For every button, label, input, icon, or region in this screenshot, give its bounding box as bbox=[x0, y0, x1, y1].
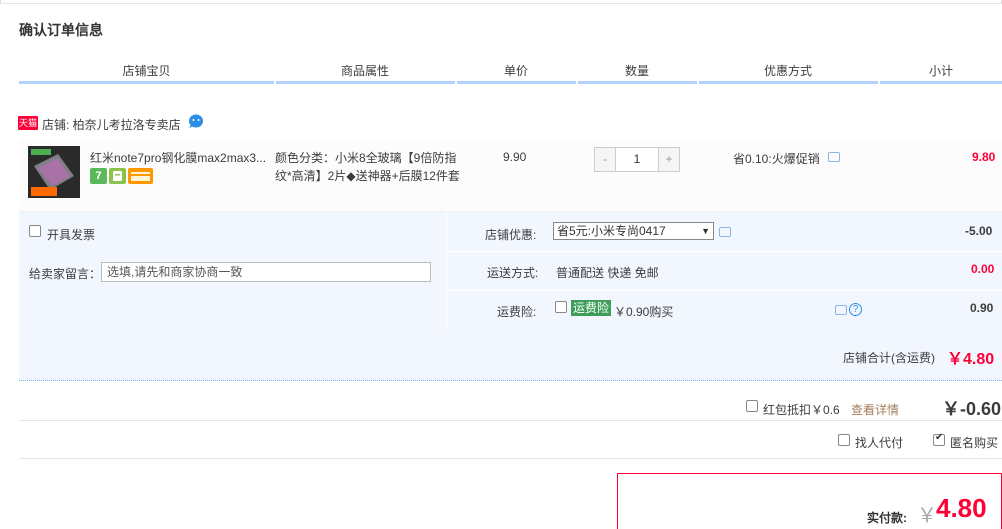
column-header-shop-item: 店铺宝贝 bbox=[122, 64, 171, 78]
pay-amount: 4.80 bbox=[936, 493, 987, 523]
shop-total-value: ￥4.80 bbox=[947, 351, 995, 368]
redpack-details-link[interactable]: 查看详情 bbox=[851, 401, 899, 418]
insurance-label: 运费险: bbox=[497, 305, 537, 319]
proxy-pay-checkbox[interactable] bbox=[838, 434, 850, 446]
insurance-tag: 运费险 bbox=[571, 300, 612, 316]
wangwang-chat-icon[interactable] bbox=[187, 113, 205, 129]
column-header-quantity: 数量 bbox=[624, 64, 649, 78]
column-header-price: 单价 bbox=[503, 64, 528, 78]
divider bbox=[19, 458, 1002, 459]
redpack-label: 红包抵扣￥0.6 bbox=[763, 403, 840, 417]
item-subtotal: 9.80 bbox=[972, 150, 996, 164]
discount-comment-icon[interactable] bbox=[719, 227, 731, 237]
anonymous-label: 匿名购买 bbox=[950, 436, 999, 450]
insurance-comment-icon[interactable] bbox=[835, 305, 847, 315]
column-header-subtotal: 小计 bbox=[928, 64, 953, 78]
insurance-checkbox[interactable] bbox=[555, 301, 567, 313]
unit-price: 9.90 bbox=[503, 150, 527, 164]
promotion-text: 省0.10:火爆促销 bbox=[733, 152, 820, 166]
shop-discount-label: 店铺优惠: bbox=[485, 228, 537, 242]
pay-label: 实付款: bbox=[867, 511, 907, 525]
credit-card-icon[interactable] bbox=[128, 168, 153, 184]
shop-name[interactable]: 店铺: 柏奈儿考拉洛专卖店 bbox=[42, 116, 181, 133]
quantity-minus-button[interactable]: - bbox=[595, 148, 615, 171]
memo-label: 给卖家留言： bbox=[29, 267, 102, 281]
redpack-checkbox[interactable] bbox=[746, 400, 758, 412]
shop-total-label: 店铺合计(含运费) bbox=[843, 351, 935, 365]
insurance-price: ￥0.90购买 bbox=[614, 305, 674, 319]
delivery-amount: 0.00 bbox=[971, 262, 995, 276]
product-name-link[interactable]: 红米note7pro钢化膜max2max3... bbox=[90, 149, 270, 166]
quantity-plus-button[interactable]: + bbox=[659, 148, 679, 171]
invoice-checkbox[interactable] bbox=[29, 225, 41, 237]
dropdown-arrow-icon: ▼ bbox=[701, 226, 710, 236]
pay-currency: ￥ bbox=[917, 505, 937, 527]
delivery-label: 运送方式: bbox=[487, 266, 539, 280]
redpack-value: ￥-0.60 bbox=[942, 399, 1002, 419]
shop-discount-selected: 省5元:小米专尚0417 bbox=[557, 224, 666, 238]
divider bbox=[19, 420, 1002, 421]
product-attributes: 颜色分类：小米8全玻璃【9倍防指纹*高清】2片◆送神器+后膜12件套 bbox=[275, 151, 460, 183]
divider bbox=[447, 290, 1002, 291]
guarantee-icon[interactable] bbox=[109, 168, 126, 184]
divider bbox=[446, 212, 447, 330]
shop-discount-amount: -5.00 bbox=[965, 224, 993, 238]
delivery-method: 普通配送 快递 免邮 bbox=[556, 266, 659, 280]
column-header-discount: 优惠方式 bbox=[763, 64, 812, 78]
tmall-tag: 天猫 bbox=[18, 116, 38, 130]
top-frame bbox=[0, 0, 1002, 4]
page-title: 确认订单信息 bbox=[19, 22, 103, 38]
header-rule bbox=[19, 81, 1002, 84]
invoice-label: 开具发票 bbox=[47, 228, 96, 242]
shop-discount-select[interactable]: 省5元:小米专尚0417 ▼ bbox=[553, 222, 714, 240]
column-header-attributes: 商品属性 bbox=[340, 64, 389, 78]
divider bbox=[447, 251, 1002, 252]
help-icon[interactable]: ? bbox=[849, 303, 862, 316]
proxy-pay-label: 找人代付 bbox=[855, 436, 904, 450]
seven-day-return-icon[interactable]: 7 bbox=[90, 168, 107, 184]
product-thumbnail[interactable] bbox=[28, 146, 80, 198]
quantity-stepper[interactable]: - 1 + bbox=[594, 147, 680, 172]
insurance-amount: 0.90 bbox=[970, 301, 994, 315]
promo-comment-icon[interactable] bbox=[828, 152, 840, 162]
anonymous-checkbox[interactable] bbox=[933, 432, 945, 446]
memo-input[interactable]: 选填,请先和商家协商一致 bbox=[101, 262, 431, 282]
quantity-input[interactable]: 1 bbox=[615, 148, 659, 171]
